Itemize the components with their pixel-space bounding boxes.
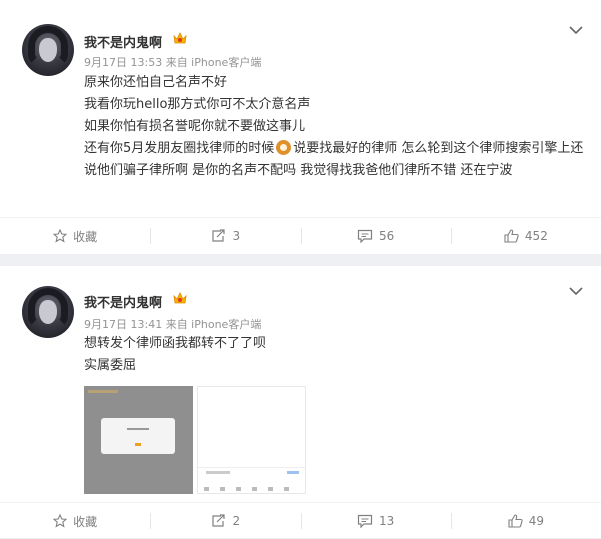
post-line: 实属委屈 [84, 358, 137, 373]
comment-icon [357, 514, 373, 528]
star-icon [53, 229, 68, 243]
post-line: 我看你玩hello那方式你可不太介意名声 [84, 97, 311, 112]
repost-icon [211, 229, 225, 242]
emoji-icon [276, 140, 292, 155]
crown-badge-icon [173, 32, 187, 44]
comment-icon [357, 229, 373, 243]
repost-icon [211, 514, 225, 527]
post-text: 想转发个律师函我都转不了了呗 实属委屈 [84, 333, 584, 377]
thumbs-up-icon [508, 514, 523, 528]
repost-count: 3 [232, 229, 241, 243]
favorite-button[interactable]: 收藏 [0, 218, 150, 254]
post-image-thumbnail[interactable] [84, 386, 193, 494]
chevron-down-icon[interactable] [569, 286, 583, 296]
comment-count: 13 [378, 514, 395, 528]
post-line: 想转发个律师函我都转不了了呗 [84, 336, 267, 351]
repost-button[interactable]: 3 [150, 218, 300, 254]
star-icon [53, 514, 68, 528]
comment-button[interactable]: 56 [300, 218, 451, 254]
post-meta: 9月17日 13:41 来自 iPhone客户端 [84, 318, 262, 331]
chevron-down-icon[interactable] [569, 25, 583, 35]
crown-badge-icon [173, 292, 187, 304]
post-line: 如果你怕有损名誉呢你就不要做这事儿 [84, 119, 306, 134]
repost-button[interactable]: 2 [150, 503, 300, 539]
weibo-post-1: 我不是内鬼啊 9月17日 13:53 来自 iPhone客户端 原来你还怕自己名… [0, 0, 601, 254]
post-meta: 9月17日 13:53 来自 iPhone客户端 [84, 56, 262, 69]
avatar[interactable] [22, 24, 74, 76]
post-image-thumbnail[interactable] [197, 386, 306, 494]
username[interactable]: 我不是内鬼啊 [84, 292, 162, 311]
repost-count: 2 [232, 514, 241, 528]
favorite-label: 收藏 [73, 229, 98, 244]
post-line: 原来你还怕自己名声不好 [84, 75, 228, 90]
thumbs-up-icon [504, 229, 519, 243]
post-line-part: 还有你5月发朋友圈找律师的时候 [84, 141, 275, 156]
favorite-button[interactable]: 收藏 [0, 503, 150, 539]
like-count: 49 [528, 514, 545, 528]
like-button[interactable]: 452 [450, 218, 601, 254]
action-bar: 收藏 2 13 49 [0, 502, 601, 539]
like-count: 452 [524, 229, 548, 243]
action-bar: 收藏 3 56 452 [0, 217, 601, 254]
username[interactable]: 我不是内鬼啊 [84, 32, 162, 51]
comment-button[interactable]: 13 [300, 503, 451, 539]
post-text: 原来你还怕自己名声不好 我看你玩hello那方式你可不太介意名声 如果你怕有损名… [84, 72, 584, 182]
avatar[interactable] [22, 286, 74, 338]
like-button[interactable]: 49 [450, 503, 601, 539]
post-line: 还有你5月发朋友圈找律师的时候 说要找最好的律师 怎么轮到这个律师搜索引擎上还说他… [84, 138, 584, 182]
favorite-label: 收藏 [73, 514, 98, 529]
comment-count: 56 [378, 229, 395, 243]
